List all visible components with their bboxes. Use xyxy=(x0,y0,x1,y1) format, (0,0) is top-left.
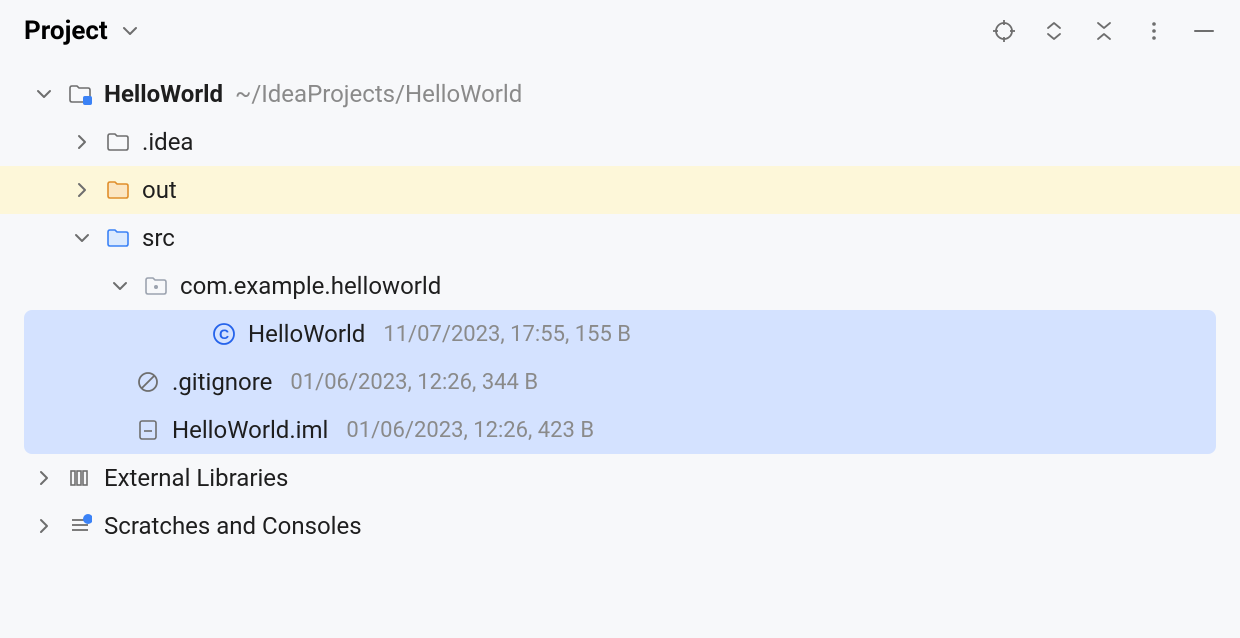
options-menu-icon[interactable] xyxy=(1142,19,1166,43)
tree-node-class[interactable]: HelloWorld 11/07/2023, 17:55, 155 B xyxy=(24,310,1216,358)
panel-header-left: Project xyxy=(24,16,142,46)
folder-icon xyxy=(104,130,132,154)
tree-node-label: External Libraries xyxy=(104,464,288,492)
tree-node-label: .idea xyxy=(142,128,193,156)
hide-panel-icon[interactable] xyxy=(1192,19,1216,43)
chevron-right-icon[interactable] xyxy=(72,134,92,150)
chevron-right-icon[interactable] xyxy=(34,518,54,534)
panel-title: Project xyxy=(24,16,108,46)
tree-node-meta: 01/06/2023, 12:26, 423 B xyxy=(346,418,594,443)
tree-node-label: out xyxy=(142,176,177,204)
tree-node-external-libraries[interactable]: External Libraries xyxy=(0,454,1240,502)
gitignore-icon xyxy=(134,370,162,394)
select-opened-file-icon[interactable] xyxy=(992,19,1016,43)
tree-node-path: ~/IdeaProjects/HelloWorld xyxy=(235,80,522,108)
tree-node-label: Scratches and Consoles xyxy=(104,512,362,540)
tree-node-idea[interactable]: .idea xyxy=(0,118,1240,166)
tree-node-label: HelloWorld xyxy=(104,80,223,108)
project-tree: HelloWorld ~/IdeaProjects/HelloWorld .id… xyxy=(0,70,1240,638)
folder-excluded-icon xyxy=(104,178,132,202)
scratch-icon xyxy=(66,514,94,538)
tree-node-label: HelloWorld.iml xyxy=(172,416,328,444)
tree-node-label: src xyxy=(142,224,175,252)
tree-node-label: com.example.helloworld xyxy=(180,272,441,300)
java-class-icon xyxy=(210,322,238,346)
collapse-all-icon[interactable] xyxy=(1092,19,1116,43)
chevron-right-icon[interactable] xyxy=(34,470,54,486)
tree-node-out[interactable]: out xyxy=(0,166,1240,214)
library-icon xyxy=(66,466,94,490)
tree-node-src[interactable]: src xyxy=(0,214,1240,262)
view-mode-dropdown[interactable] xyxy=(118,19,142,43)
tree-node-meta: 01/06/2023, 12:26, 344 B xyxy=(290,370,538,395)
tree-node-project-root[interactable]: HelloWorld ~/IdeaProjects/HelloWorld xyxy=(0,70,1240,118)
tree-node-meta: 11/07/2023, 17:55, 155 B xyxy=(383,322,631,347)
project-tool-window: Project HelloWorld ~/IdeaProjects/HelloW… xyxy=(0,0,1240,638)
source-folder-icon xyxy=(104,226,132,250)
tree-node-label: HelloWorld xyxy=(248,320,365,348)
tree-node-scratches[interactable]: Scratches and Consoles xyxy=(0,502,1240,550)
chevron-down-icon[interactable] xyxy=(110,278,130,294)
package-icon xyxy=(142,274,170,298)
tree-node-gitignore[interactable]: .gitignore 01/06/2023, 12:26, 344 B xyxy=(24,358,1216,406)
tree-node-package[interactable]: com.example.helloworld xyxy=(0,262,1240,310)
module-icon xyxy=(66,82,94,106)
chevron-right-icon[interactable] xyxy=(72,182,92,198)
file-icon xyxy=(134,418,162,442)
tree-node-label: .gitignore xyxy=(172,368,272,396)
tree-node-iml[interactable]: HelloWorld.iml 01/06/2023, 12:26, 423 B xyxy=(24,406,1216,454)
chevron-down-icon[interactable] xyxy=(34,86,54,102)
panel-header: Project xyxy=(0,0,1240,70)
chevron-down-icon[interactable] xyxy=(72,230,92,246)
panel-toolbar xyxy=(992,19,1216,43)
expand-all-icon[interactable] xyxy=(1042,19,1066,43)
